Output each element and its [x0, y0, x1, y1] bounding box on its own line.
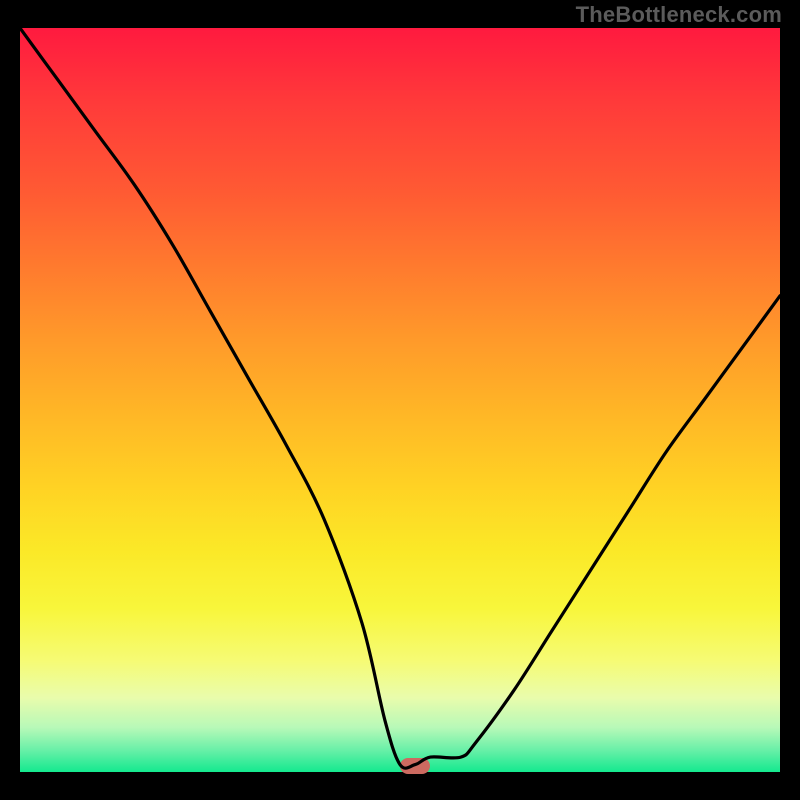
attribution-text: TheBottleneck.com — [576, 2, 782, 28]
curve-line — [20, 28, 780, 768]
bottleneck-curve — [20, 28, 780, 772]
chart-frame: TheBottleneck.com — [0, 0, 800, 800]
plot-area — [20, 28, 780, 772]
